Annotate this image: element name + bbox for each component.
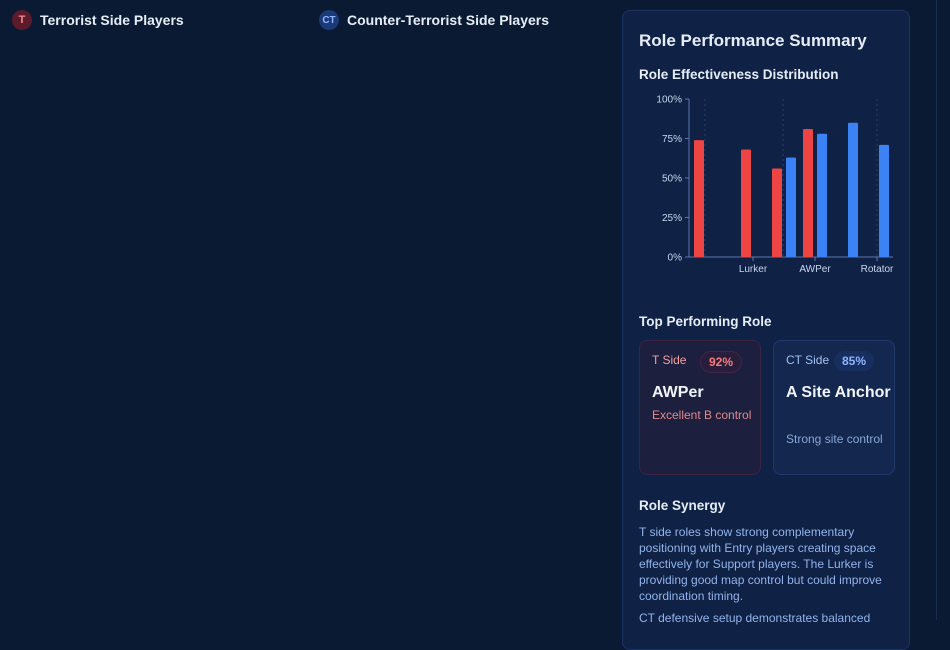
t-side-badge: T bbox=[12, 10, 32, 30]
chart-y-tick-label-2: 50% bbox=[662, 174, 682, 185]
top-role-title: Top Performing Role bbox=[639, 314, 772, 329]
chart-bar-2 bbox=[772, 168, 782, 257]
t-side-title: Terrorist Side Players bbox=[40, 12, 184, 28]
synergy-paragraph-2: CT defensive setup demonstrates balanced bbox=[639, 611, 871, 625]
chart-x-tick-label-0: Lurker bbox=[739, 264, 768, 275]
ct-card-role: A Site Anchor bbox=[786, 384, 891, 401]
chart-bar-3 bbox=[786, 157, 796, 257]
chart-bar-4 bbox=[803, 129, 813, 257]
chart-x-tick-label-2: Rotator bbox=[861, 264, 894, 275]
synergy-paragraph-1: T side roles show strong complementary p… bbox=[639, 525, 882, 603]
t-card-description: Excellent B control bbox=[652, 408, 752, 422]
ct-card-side: CT Side bbox=[786, 353, 830, 367]
ct-top-role-card: CT Side 85% A Site Anchor Strong site co… bbox=[773, 340, 895, 475]
t-card-side: T Side bbox=[652, 353, 687, 367]
synergy-title: Role Synergy bbox=[639, 498, 726, 513]
chart-x-tick-label-1: AWPer bbox=[799, 264, 831, 275]
chart-y-tick-label-1: 25% bbox=[662, 213, 682, 224]
chart-y-tick-label-0: 0% bbox=[668, 253, 683, 264]
t-top-role-card: T Side 92% AWPer Excellent B control bbox=[639, 340, 761, 475]
ct-card-description: Strong site control bbox=[786, 432, 883, 446]
t-side-header: T Terrorist Side Players bbox=[12, 10, 184, 30]
chart-bar-5 bbox=[817, 133, 827, 257]
chart-y-tick-label-3: 75% bbox=[662, 134, 682, 145]
role-performance-panel: Role Performance Summary Role Effectiven… bbox=[622, 10, 910, 650]
chart-title: Role Effectiveness Distribution bbox=[639, 67, 839, 82]
ct-side-header: CT Counter-Terrorist Side Players bbox=[319, 10, 549, 30]
page-scrollbar[interactable] bbox=[936, 0, 950, 620]
ct-side-title: Counter-Terrorist Side Players bbox=[347, 12, 550, 28]
ct-side-badge: CT bbox=[319, 10, 339, 30]
t-card-role: AWPer bbox=[652, 384, 704, 401]
chart-y-tick-label-4: 100% bbox=[656, 95, 682, 106]
chart-bar-6 bbox=[848, 122, 858, 257]
t-card-percent-badge: 92% bbox=[700, 351, 743, 373]
chart-bar-0 bbox=[694, 140, 704, 257]
chart-bar-1 bbox=[741, 149, 751, 257]
ct-card-percent-badge: 85% bbox=[834, 351, 875, 371]
chart-bar-7 bbox=[879, 144, 889, 257]
panel-title: Role Performance Summary bbox=[639, 31, 867, 50]
role-effectiveness-chart: 0% 25% 50% 75% 100% Lurker AWPer Rotator bbox=[656, 95, 894, 276]
